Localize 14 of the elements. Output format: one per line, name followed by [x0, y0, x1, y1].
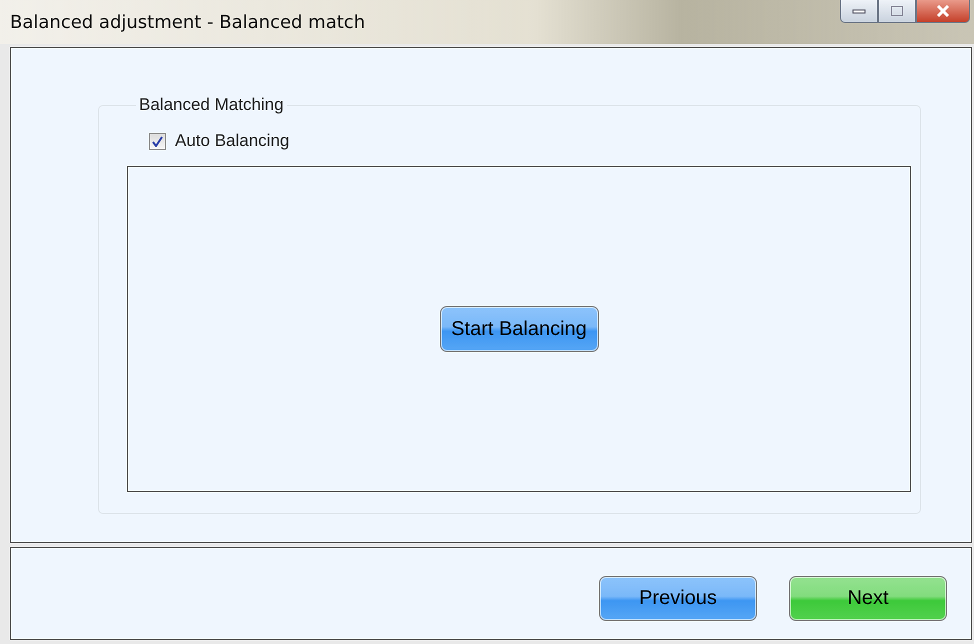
- close-button[interactable]: [916, 0, 970, 23]
- footer-button[interactable]: Next: [789, 576, 947, 621]
- window-title: Balanced adjustment - Balanced match: [10, 12, 366, 32]
- start-balancing-button[interactable]: Start Balancing: [440, 306, 598, 352]
- group-title: Balanced Matching: [138, 95, 285, 115]
- checkbox-label: Auto Balancing: [175, 131, 290, 151]
- minimize-icon: [852, 8, 866, 14]
- minimize-button[interactable]: [840, 0, 878, 23]
- maximize-button[interactable]: [878, 0, 916, 23]
- check-icon: [152, 136, 163, 146]
- maximize-icon: [890, 5, 904, 17]
- auto-balancing-checkbox[interactable]: [149, 132, 166, 150]
- close-icon: [936, 5, 950, 17]
- footer-button[interactable]: Previous: [599, 576, 757, 621]
